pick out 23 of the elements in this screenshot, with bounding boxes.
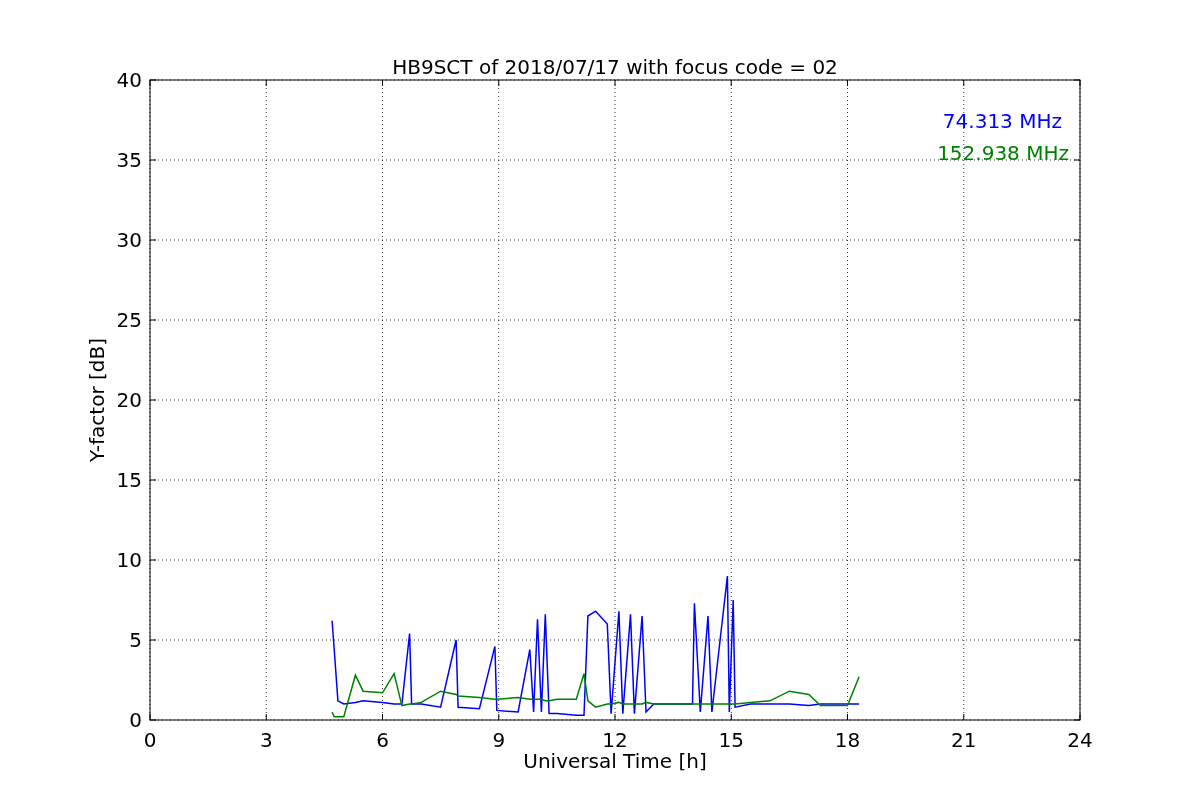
y-axis-label: Y-factor [dB] bbox=[85, 338, 109, 462]
y-tick-label: 25 bbox=[116, 308, 142, 332]
x-tick-label: 3 bbox=[259, 728, 273, 752]
y-tick-label: 20 bbox=[116, 388, 142, 412]
legend-label: 74.313 MHz bbox=[942, 109, 1062, 133]
legend-label: 152.938 MHz bbox=[937, 141, 1069, 165]
y-tick-label: 5 bbox=[129, 628, 142, 652]
y-tick-label: 35 bbox=[116, 148, 142, 172]
y-tick-label: 40 bbox=[116, 68, 142, 92]
x-tick-label: 15 bbox=[718, 728, 744, 752]
x-tick-label: 12 bbox=[602, 728, 628, 752]
x-tick-label: 0 bbox=[143, 728, 157, 752]
x-tick-label: 6 bbox=[376, 728, 389, 752]
y-tick-label: 30 bbox=[116, 228, 142, 252]
x-tick-label: 9 bbox=[492, 728, 506, 752]
x-tick-label: 18 bbox=[834, 728, 861, 752]
x-tick-label: 24 bbox=[1067, 728, 1093, 752]
y-tick-label: 15 bbox=[116, 468, 142, 492]
chart-title: HB9SCT of 2018/07/17 with focus code = 02 bbox=[392, 55, 838, 79]
x-axis-label: Universal Time [h] bbox=[523, 749, 707, 773]
y-tick-label: 0 bbox=[129, 708, 142, 732]
x-tick-label: 21 bbox=[951, 728, 977, 752]
y-tick-label: 10 bbox=[116, 548, 142, 572]
